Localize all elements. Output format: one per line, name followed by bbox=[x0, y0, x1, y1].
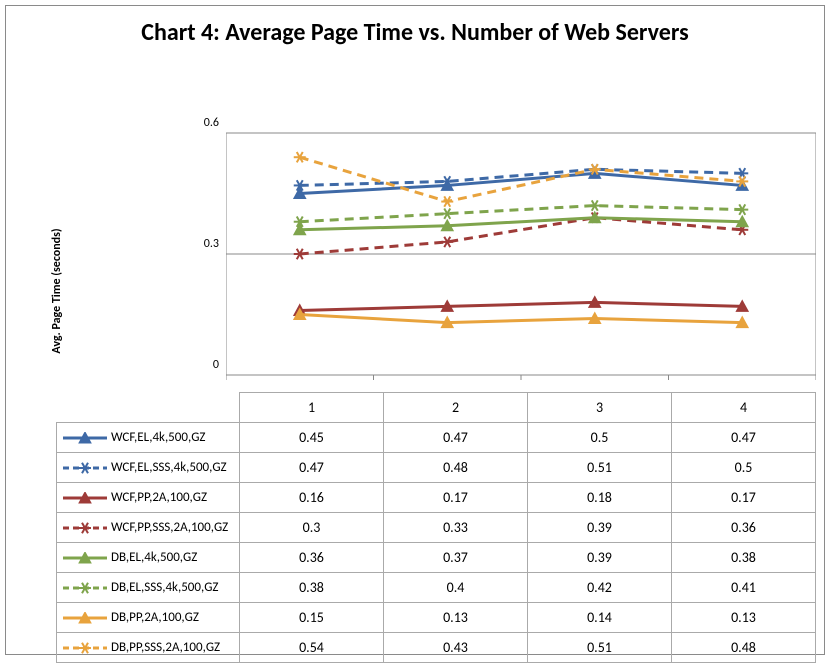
data-cell: 0.43 bbox=[384, 633, 528, 663]
data-cell: 0.41 bbox=[672, 573, 816, 603]
data-cell: 0.38 bbox=[240, 573, 384, 603]
data-cell: 0.36 bbox=[672, 513, 816, 543]
data-cell: 0.39 bbox=[528, 513, 672, 543]
table-row: DB,PP,SSS,2A,100,GZ0.540.430.510.48 bbox=[57, 633, 816, 663]
legend-swatch bbox=[63, 552, 107, 564]
y-axis-label: Avg. Page Time (seconds) bbox=[50, 191, 64, 391]
table-row: DB,EL,4k,500,GZ0.360.370.390.38 bbox=[57, 543, 816, 573]
data-cell: 0.3 bbox=[240, 513, 384, 543]
data-cell: 0.5 bbox=[528, 423, 672, 453]
table-row: WCF,PP,2A,100,GZ0.160.170.180.17 bbox=[57, 483, 816, 513]
data-cell: 0.5 bbox=[672, 453, 816, 483]
x-category-1: 2 bbox=[384, 393, 528, 423]
x-category-3: 4 bbox=[672, 393, 816, 423]
data-cell: 0.42 bbox=[528, 573, 672, 603]
data-cell: 0.38 bbox=[672, 543, 816, 573]
table-row: DB,PP,2A,100,GZ0.150.130.140.13 bbox=[57, 603, 816, 633]
table-row: WCF,EL,4k,500,GZ0.450.470.50.47 bbox=[57, 423, 816, 453]
table-row: WCF,EL,SSS,4k,500,GZ0.470.480.510.5 bbox=[57, 453, 816, 483]
data-cell: 0.51 bbox=[528, 453, 672, 483]
chart-panel: Chart 4: Average Page Time vs. Number of… bbox=[5, 5, 825, 655]
data-cell: 0.47 bbox=[672, 423, 816, 453]
series-label-4: DB,EL,4k,500,GZ bbox=[57, 543, 240, 573]
legend-swatch bbox=[63, 492, 107, 504]
series-label-7: DB,PP,SSS,2A,100,GZ bbox=[57, 633, 240, 663]
data-cell: 0.4 bbox=[384, 573, 528, 603]
data-cell: 0.13 bbox=[672, 603, 816, 633]
data-cell: 0.14 bbox=[528, 603, 672, 633]
data-cell: 0.48 bbox=[384, 453, 528, 483]
data-table: 1234WCF,EL,4k,500,GZ0.450.470.50.47WCF,E… bbox=[56, 392, 816, 663]
y-tick-1: 0.3 bbox=[195, 237, 219, 251]
legend-swatch bbox=[63, 582, 107, 594]
x-category-2: 3 bbox=[528, 393, 672, 423]
chart-title: Chart 4: Average Page Time vs. Number of… bbox=[6, 6, 824, 48]
series-label-5: DB,EL,SSS,4k,500,GZ bbox=[57, 573, 240, 603]
data-cell: 0.15 bbox=[240, 603, 384, 633]
y-tick-0: 0 bbox=[195, 358, 219, 372]
plot-region: Avg. Page Time (seconds) 0.6 0.3 0 bbox=[56, 124, 816, 392]
y-tick-2: 0.6 bbox=[195, 116, 219, 130]
series-label-1: WCF,EL,SSS,4k,500,GZ bbox=[57, 453, 240, 483]
data-cell: 0.13 bbox=[384, 603, 528, 633]
x-category-0: 1 bbox=[240, 393, 384, 423]
legend-swatch bbox=[63, 642, 107, 654]
data-cell: 0.37 bbox=[384, 543, 528, 573]
series-label-3: WCF,PP,SSS,2A,100,GZ bbox=[57, 513, 240, 543]
series-label-0: WCF,EL,4k,500,GZ bbox=[57, 423, 240, 453]
data-cell: 0.16 bbox=[240, 483, 384, 513]
data-cell: 0.18 bbox=[528, 483, 672, 513]
legend-swatch bbox=[63, 462, 107, 474]
series-label-2: WCF,PP,2A,100,GZ bbox=[57, 483, 240, 513]
data-cell: 0.45 bbox=[240, 423, 384, 453]
table-row: WCF,PP,SSS,2A,100,GZ0.30.330.390.36 bbox=[57, 513, 816, 543]
data-cell: 0.33 bbox=[384, 513, 528, 543]
data-cell: 0.48 bbox=[672, 633, 816, 663]
legend-swatch bbox=[63, 522, 107, 534]
table-row: DB,EL,SSS,4k,500,GZ0.380.40.420.41 bbox=[57, 573, 816, 603]
legend-swatch bbox=[63, 612, 107, 624]
data-cell: 0.39 bbox=[528, 543, 672, 573]
data-cell: 0.36 bbox=[240, 543, 384, 573]
data-cell: 0.47 bbox=[384, 423, 528, 453]
data-cell: 0.17 bbox=[672, 483, 816, 513]
data-cell: 0.17 bbox=[384, 483, 528, 513]
legend-swatch bbox=[63, 432, 107, 444]
data-cell: 0.47 bbox=[240, 453, 384, 483]
series-label-6: DB,PP,2A,100,GZ bbox=[57, 603, 240, 633]
data-cell: 0.51 bbox=[528, 633, 672, 663]
chart-lines bbox=[226, 124, 816, 392]
data-cell: 0.54 bbox=[240, 633, 384, 663]
